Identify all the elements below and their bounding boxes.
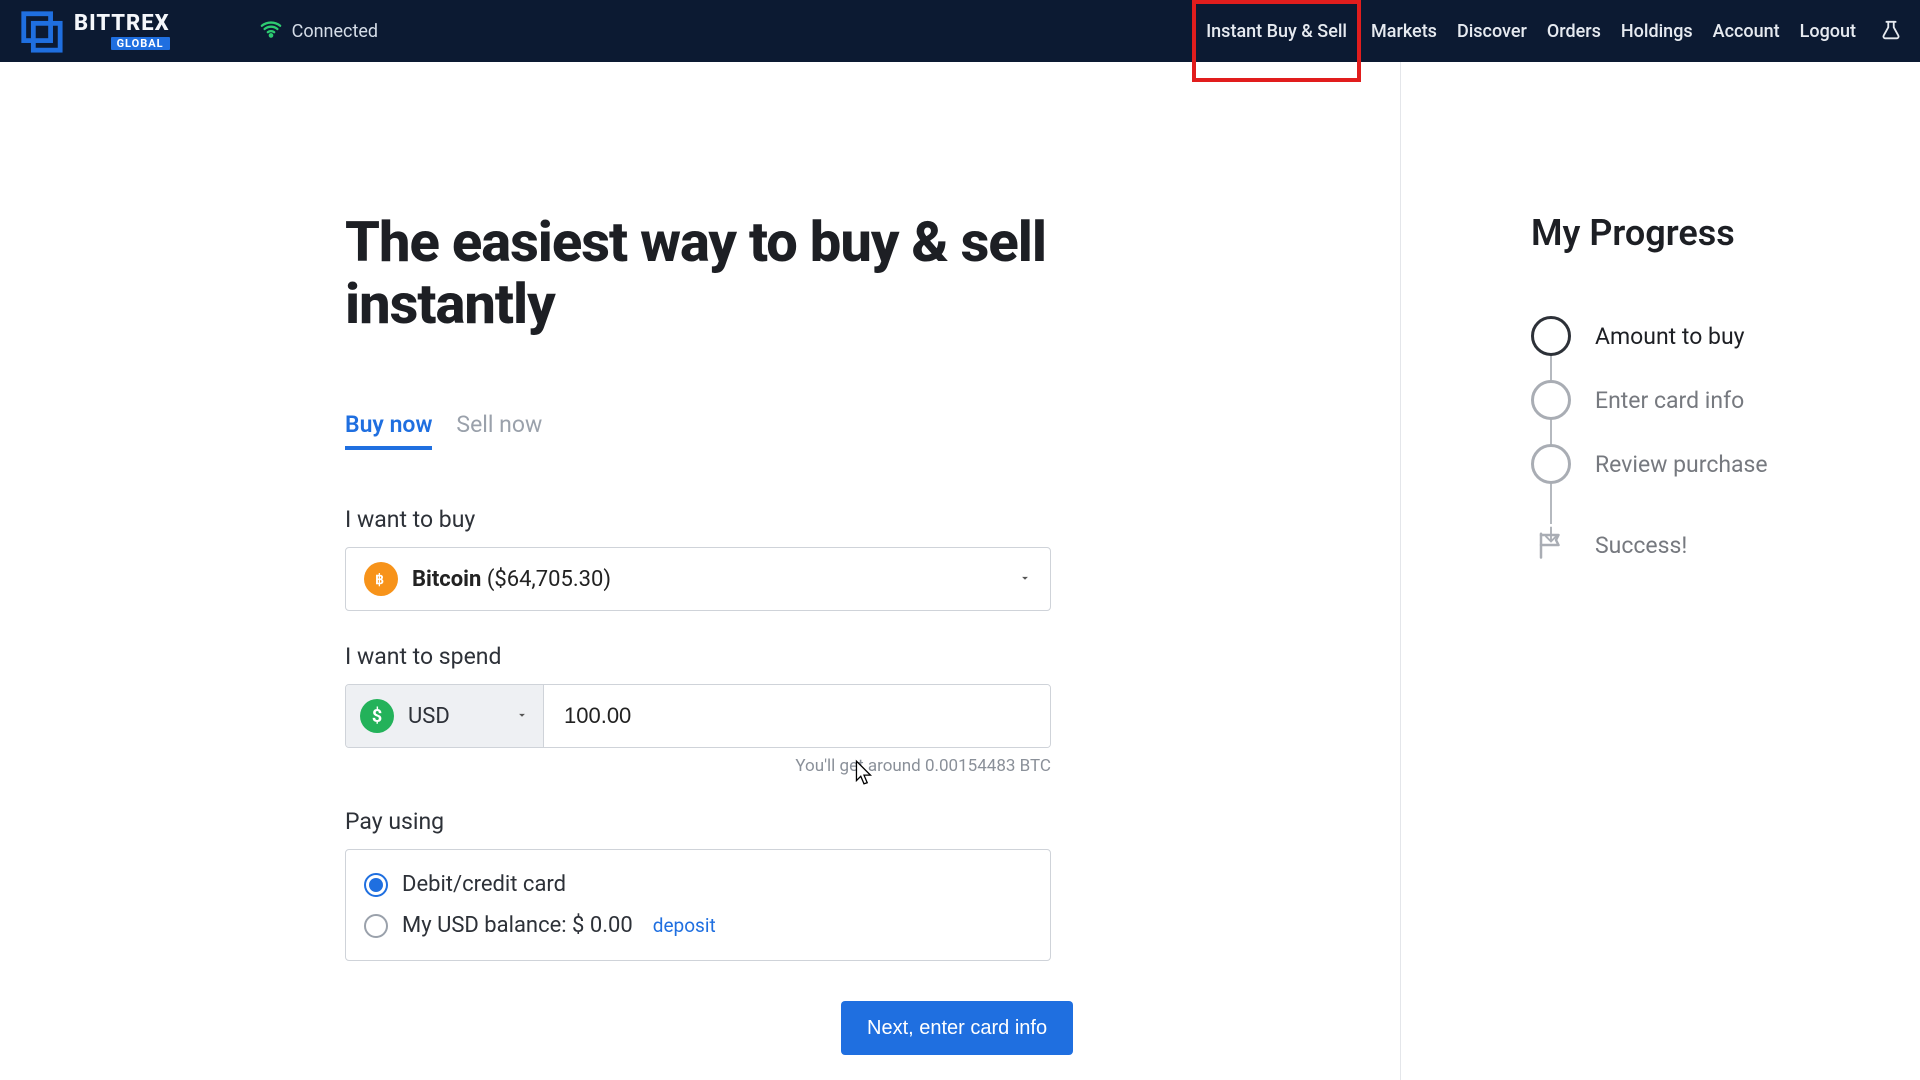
next-button[interactable]: Next, enter card info <box>841 1001 1073 1055</box>
nav-instant-buy-sell[interactable]: Instant Buy & Sell <box>1192 0 1361 62</box>
pay-label: Pay using <box>345 808 1051 835</box>
nav-holdings[interactable]: Holdings <box>1611 0 1703 62</box>
progress-step-card: Enter card info <box>1531 368 1920 432</box>
progress-circle-icon <box>1531 380 1571 420</box>
progress-circle-icon <box>1531 444 1571 484</box>
buy-asset-group: I want to buy ฿ Bitcoin ($64,705.30) <box>345 506 1051 611</box>
wifi-icon <box>260 18 282 45</box>
progress-step-label: Amount to buy <box>1595 323 1745 350</box>
nav-orders[interactable]: Orders <box>1537 0 1611 62</box>
page-title: The easiest way to buy & sell instantly <box>345 212 1065 335</box>
usd-icon: $ <box>360 699 394 733</box>
amount-input[interactable] <box>544 685 1050 747</box>
progress-step-success: Success! <box>1531 530 1920 560</box>
brand-text: BITTREX GLOBAL <box>74 13 170 50</box>
progress-step-amount: Amount to buy <box>1531 304 1920 368</box>
buy-sell-tabs: Buy now Sell now <box>345 411 1400 450</box>
chevron-down-icon <box>515 707 529 726</box>
progress-sidebar: My Progress Amount to buy Enter card inf… <box>1400 62 1920 1080</box>
estimate-text: You'll get around 0.00154483 BTC <box>345 756 1051 776</box>
svg-text:฿: ฿ <box>375 572 384 588</box>
main-column: The easiest way to buy & sell instantly … <box>0 62 1400 1080</box>
brand-name: BITTREX <box>74 13 170 35</box>
nav-discover[interactable]: Discover <box>1447 0 1537 62</box>
bitcoin-icon: ฿ <box>364 562 398 596</box>
currency-select[interactable]: $ USD <box>346 685 544 747</box>
pay-group: Pay using Debit/credit card My USD balan… <box>345 808 1051 961</box>
asset-label: Bitcoin ($64,705.30) <box>412 567 611 592</box>
progress-step-label: Success! <box>1595 532 1687 559</box>
brand-logo[interactable]: BITTREX GLOBAL <box>18 8 170 54</box>
currency-code: USD <box>408 704 450 729</box>
progress-step-label: Enter card info <box>1595 387 1744 414</box>
pay-balance-label: My USD balance: $ 0.00 <box>402 913 633 938</box>
brand-sub: GLOBAL <box>111 37 170 50</box>
bittrex-logo-icon <box>18 8 64 54</box>
pay-card-label: Debit/credit card <box>402 872 566 897</box>
pay-options: Debit/credit card My USD balance: $ 0.00… <box>345 849 1051 961</box>
progress-circle-icon <box>1531 316 1571 356</box>
radio-unchecked-icon[interactable] <box>364 914 388 938</box>
tab-sell-now[interactable]: Sell now <box>456 411 542 450</box>
connection-status-text: Connected <box>292 21 378 42</box>
buy-label: I want to buy <box>345 506 1051 533</box>
progress-step-review: Review purchase <box>1531 432 1920 496</box>
progress-title: My Progress <box>1531 212 1920 254</box>
labs-icon[interactable] <box>1880 0 1902 62</box>
app-header: BITTREX GLOBAL Connected Instant Buy & S… <box>0 0 1920 62</box>
arrow-down-icon <box>1540 524 1562 546</box>
nav-account[interactable]: Account <box>1703 0 1790 62</box>
pay-option-card[interactable]: Debit/credit card <box>364 864 1032 905</box>
asset-name: Bitcoin <box>412 567 481 592</box>
primary-nav: Instant Buy & Sell Markets Discover Orde… <box>1192 0 1902 62</box>
radio-checked-icon[interactable] <box>364 873 388 897</box>
chevron-down-icon <box>1018 570 1032 589</box>
pay-option-balance[interactable]: My USD balance: $ 0.00 deposit <box>364 905 1032 946</box>
asset-select[interactable]: ฿ Bitcoin ($64,705.30) <box>345 547 1051 611</box>
deposit-link[interactable]: deposit <box>653 914 716 937</box>
spend-group: I want to spend $ USD You'll get around … <box>345 643 1051 776</box>
progress-steps: Amount to buy Enter card info Review pur… <box>1531 304 1920 560</box>
content-area: The easiest way to buy & sell instantly … <box>0 62 1920 1080</box>
nav-logout[interactable]: Logout <box>1790 0 1866 62</box>
spend-label: I want to spend <box>345 643 1051 670</box>
spend-row: $ USD <box>345 684 1051 748</box>
nav-markets[interactable]: Markets <box>1361 0 1447 62</box>
connection-status: Connected <box>260 18 378 45</box>
asset-price: ($64,705.30) <box>487 567 611 592</box>
tab-buy-now[interactable]: Buy now <box>345 411 432 450</box>
progress-step-label: Review purchase <box>1595 451 1768 478</box>
